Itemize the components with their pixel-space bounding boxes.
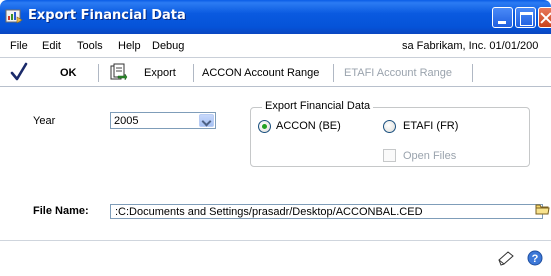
- status-bar: [0, 240, 551, 276]
- accon-account-range-button[interactable]: ACCON Account Range: [202, 67, 319, 79]
- open-files-checkbox[interactable]: [383, 149, 396, 162]
- accon-radio-label[interactable]: ACCON (BE): [276, 120, 341, 132]
- year-value: 2005: [114, 115, 139, 127]
- open-files-label: Open Files: [403, 150, 457, 162]
- filename-field[interactable]: :C:Documents and Settings/prasadr/Deskto…: [110, 204, 543, 219]
- filename-value: :C:Documents and Settings/prasadr/Deskto…: [115, 206, 423, 218]
- window-title: Export Financial Data: [28, 8, 186, 23]
- menu-tools[interactable]: Tools: [77, 40, 103, 52]
- accon-radio[interactable]: [258, 120, 271, 133]
- menu-debug[interactable]: Debug: [152, 40, 184, 52]
- toolbar-separator: [193, 64, 194, 82]
- etafi-account-range-button[interactable]: ETAFI Account Range: [344, 67, 452, 79]
- toolbar: OK Export ACCON Account Range ETAFI Acco…: [0, 59, 551, 87]
- export-document-icon[interactable]: [108, 63, 128, 83]
- maximize-button[interactable]: [515, 7, 536, 28]
- etafi-radio[interactable]: [383, 120, 396, 133]
- year-dropdown[interactable]: 2005: [110, 112, 216, 129]
- minimize-button[interactable]: [492, 7, 513, 28]
- window-app-icon: [5, 9, 23, 24]
- note-icon[interactable]: [497, 250, 515, 266]
- svg-text:?: ?: [532, 253, 539, 265]
- toolbar-separator: [333, 64, 334, 82]
- menu-file[interactable]: File: [10, 40, 28, 52]
- help-icon[interactable]: ?: [527, 250, 543, 266]
- close-button[interactable]: [538, 7, 551, 28]
- toolbar-separator: [472, 64, 473, 82]
- title-bar[interactable]: Export Financial Data: [0, 0, 551, 34]
- filename-label: File Name:: [33, 205, 89, 217]
- checkmark-icon[interactable]: [10, 62, 28, 82]
- menu-edit[interactable]: Edit: [42, 40, 61, 52]
- ok-button[interactable]: OK: [60, 67, 77, 79]
- chevron-down-icon[interactable]: [199, 114, 214, 127]
- folder-icon[interactable]: [535, 202, 550, 216]
- export-button[interactable]: Export: [144, 67, 176, 79]
- year-label: Year: [33, 115, 56, 127]
- group-title: Export Financial Data: [262, 100, 374, 112]
- etafi-radio-label[interactable]: ETAFI (FR): [403, 120, 458, 132]
- company-date-info: sa Fabrikam, Inc. 01/01/200: [402, 40, 539, 52]
- toolbar-separator: [98, 64, 99, 82]
- menu-bar: File Edit Tools Help Debug sa Fabrikam, …: [0, 34, 551, 58]
- menu-help[interactable]: Help: [118, 40, 141, 52]
